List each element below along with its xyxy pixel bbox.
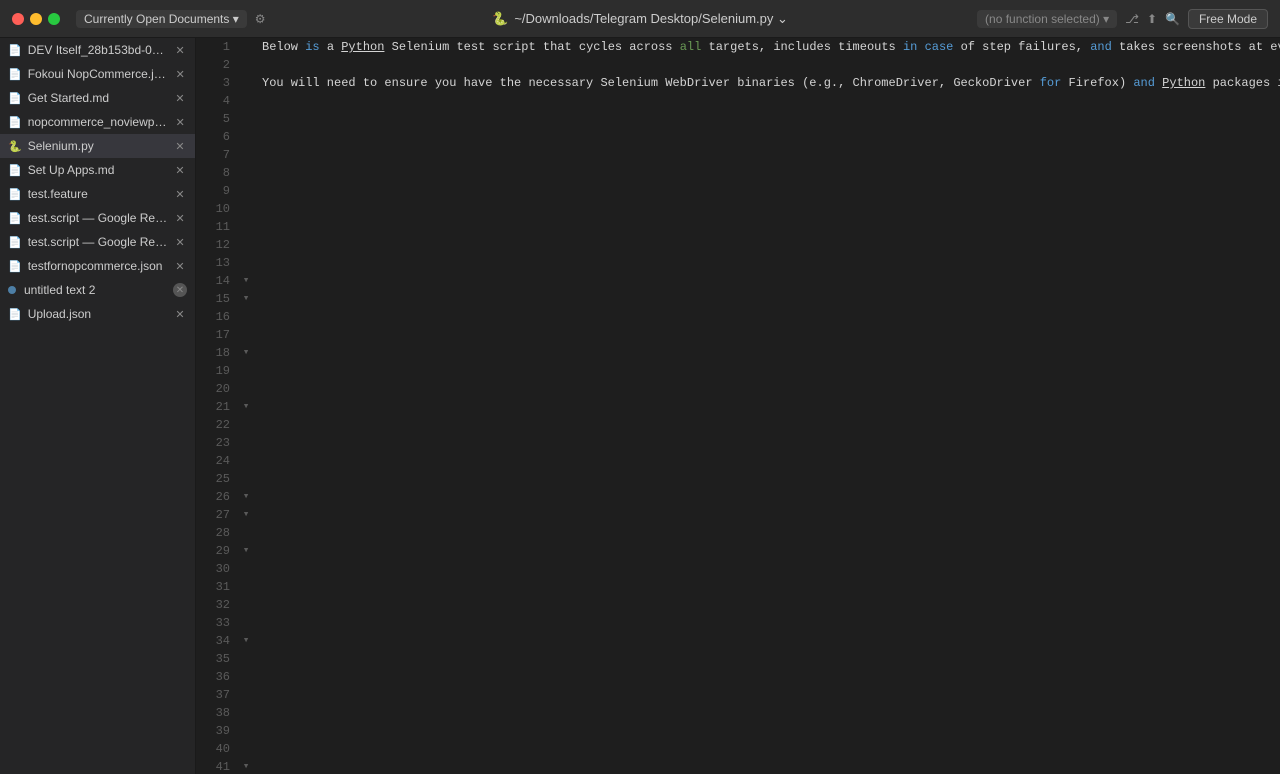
maximize-button[interactable] (48, 13, 60, 25)
sidebar-item-label: untitled text 2 (24, 283, 95, 297)
sidebar-item-label: test.script — Google Rec... (28, 235, 169, 249)
sidebar: 📄 DEV Itself_28b153bd-03f... ✕ 📄 Fokoui … (0, 38, 196, 774)
file-icon: 📄 (8, 236, 22, 249)
search-icon[interactable]: 🔍 (1165, 12, 1180, 26)
code-line-5 (262, 110, 1280, 128)
file-icon: 🐍 (8, 140, 22, 153)
titlebar-center: 🐍 ~/Downloads/Telegram Desktop/Selenium.… (492, 11, 788, 27)
sidebar-item-untitled-text-2[interactable]: untitled text 2 ✕ (0, 278, 195, 302)
close-icon[interactable]: ✕ (173, 115, 187, 129)
close-icon[interactable]: ✕ (173, 67, 187, 81)
sidebar-item-label: Selenium.py (28, 139, 94, 153)
sidebar-item-setup-apps[interactable]: 📄 Set Up Apps.md ✕ (0, 158, 195, 182)
sidebar-item-label: test.feature (28, 187, 88, 201)
sidebar-item-test-feature[interactable]: 📄 test.feature ✕ (0, 182, 195, 206)
sidebar-item-nopcommerce[interactable]: 📄 nopcommerce_noviewpor... ✕ (0, 110, 195, 134)
file-icon: 📄 (8, 188, 22, 201)
close-icon[interactable]: ✕ (173, 187, 187, 201)
fold-gutter: ▾ ▾ ▾ ▾ ▾ ▾ ▾ ▾ ▾ ▾ ▾ (238, 38, 254, 774)
documents-dropdown[interactable]: Currently Open Documents ▾ (76, 10, 247, 28)
sidebar-item-testfornopcommerce[interactable]: 📄 testfornopcommerce.json ✕ (0, 254, 195, 278)
sidebar-item-label: Fokoui NopCommerce.json (28, 67, 170, 81)
sidebar-item-dev-itself[interactable]: 📄 DEV Itself_28b153bd-03f... ✕ (0, 38, 195, 62)
code-line-3: You will need to ensure you have the nec… (262, 74, 1280, 92)
sidebar-item-test-script-1[interactable]: 📄 test.script — Google Rec... ✕ (0, 206, 195, 230)
close-icon[interactable]: ✕ (173, 307, 187, 321)
sidebar-item-test-script-2[interactable]: 📄 test.script — Google Rec... ✕ (0, 230, 195, 254)
main-layout: 📄 DEV Itself_28b153bd-03f... ✕ 📄 Fokoui … (0, 38, 1280, 774)
editor-area: 12345 678910 1112131415 1617181920 21222… (196, 38, 1280, 774)
code-line-2 (262, 56, 1280, 74)
close-icon[interactable]: ✕ (173, 91, 187, 105)
code-line-1: Below is a Python Selenium test script t… (262, 38, 1280, 56)
traffic-lights (12, 13, 60, 25)
settings-icon[interactable]: ⚙ (255, 12, 266, 26)
close-icon[interactable]: ✕ (173, 43, 187, 57)
close-icon[interactable]: ✕ (173, 283, 187, 297)
sidebar-item-label: test.script — Google Rec... (28, 211, 169, 225)
file-icon: 📄 (8, 260, 22, 273)
sidebar-item-upload-json[interactable]: 📄 Upload.json ✕ (0, 302, 195, 326)
file-path: ~/Downloads/Telegram Desktop/Selenium.py… (514, 11, 788, 27)
sidebar-item-label: DEV Itself_28b153bd-03f... (28, 43, 170, 57)
sidebar-item-get-started[interactable]: 📄 Get Started.md ✕ (0, 86, 195, 110)
minimize-button[interactable] (30, 13, 42, 25)
close-button[interactable] (12, 13, 24, 25)
sidebar-item-label: nopcommerce_noviewpor... (28, 115, 170, 129)
close-icon[interactable]: ✕ (173, 163, 187, 177)
sidebar-item-fokoui[interactable]: 📄 Fokoui NopCommerce.json ✕ (0, 62, 195, 86)
file-icon: 📄 (8, 68, 22, 81)
file-icon: 📄 (8, 116, 22, 129)
sidebar-item-selenium[interactable]: 🐍 Selenium.py ✕ (0, 134, 195, 158)
free-mode-button[interactable]: Free Mode (1188, 9, 1268, 29)
sidebar-item-label: Set Up Apps.md (28, 163, 115, 177)
titlebar-left: Currently Open Documents ▾ ⚙ (12, 10, 266, 28)
line-numbers: 12345 678910 1112131415 1617181920 21222… (196, 38, 238, 774)
titlebar-right: (no function selected) ▾ ⎇ ⬆ 🔍 Free Mode (977, 9, 1268, 29)
file-icon: 📄 (8, 44, 22, 57)
function-selector[interactable]: (no function selected) ▾ (977, 10, 1117, 28)
close-icon[interactable]: ✕ (173, 139, 187, 153)
titlebar: Currently Open Documents ▾ ⚙ 🐍 ~/Downloa… (0, 0, 1280, 38)
vcs-icon[interactable]: ⎇ (1125, 12, 1139, 26)
file-icon: 📄 (8, 308, 22, 321)
file-type-icon: 🐍 (492, 11, 508, 27)
sidebar-item-label: Get Started.md (28, 91, 109, 105)
file-icon: 📄 (8, 212, 22, 225)
file-icon: 📄 (8, 92, 22, 105)
share-icon[interactable]: ⬆ (1147, 12, 1157, 26)
code-line-4 (262, 92, 1280, 110)
close-icon[interactable]: ✕ (173, 259, 187, 273)
sidebar-item-label: testfornopcommerce.json (28, 259, 163, 273)
close-icon[interactable]: ✕ (173, 235, 187, 249)
close-icon[interactable]: ✕ (173, 211, 187, 225)
code-editor[interactable]: 12345 678910 1112131415 1617181920 21222… (196, 38, 1280, 774)
sidebar-item-label: Upload.json (28, 307, 91, 321)
modified-dot (8, 286, 16, 294)
code-lines: Below is a Python Selenium test script t… (254, 38, 1280, 774)
file-icon: 📄 (8, 164, 22, 177)
